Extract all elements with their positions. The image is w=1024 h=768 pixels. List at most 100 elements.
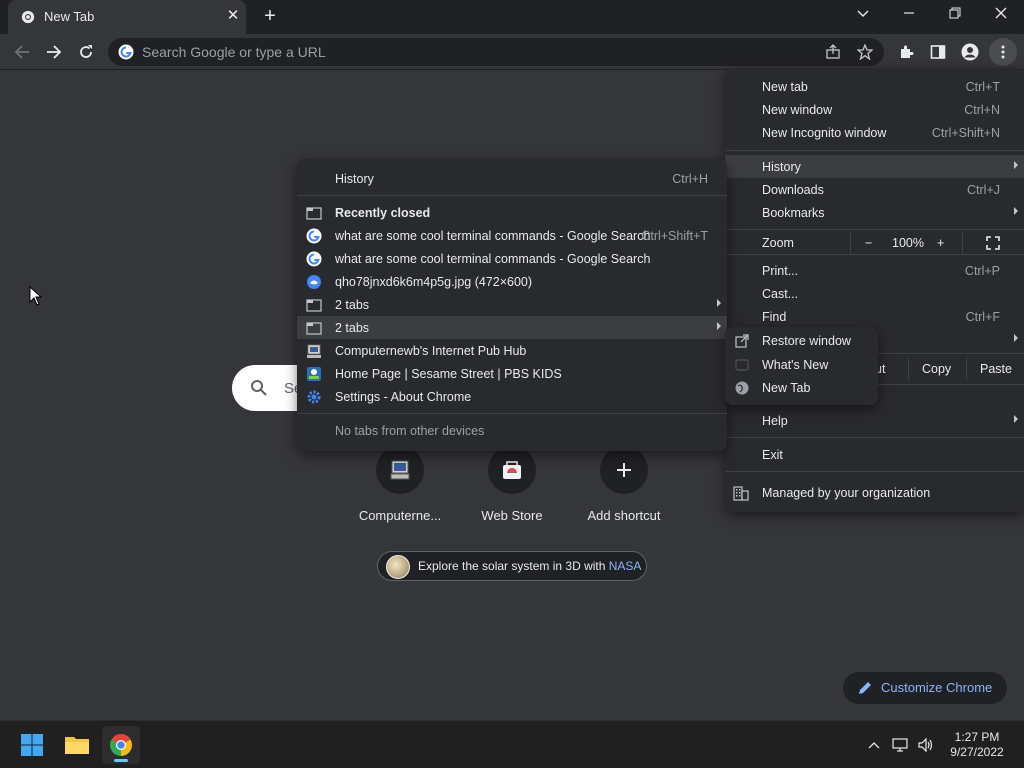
web-store-icon [488,446,536,494]
side-panel-icon[interactable] [927,41,949,63]
window-icon [306,322,322,335]
restore-window-item[interactable]: Restore window [725,329,878,352]
add-shortcut-button[interactable]: Add shortcut [568,446,680,536]
share-icon[interactable] [824,43,842,61]
image-file-icon [307,275,321,289]
restore-icon[interactable] [943,4,967,26]
menu-item-cast[interactable]: Cast... [725,282,1024,305]
tab-title: New Tab [44,9,95,24]
menu-item-managed[interactable]: Managed by your organization [725,481,1024,504]
chrome-menu-icon[interactable] [989,38,1017,66]
history-submenu: History Ctrl+H Recently closed what are … [297,159,727,451]
ntp-promo[interactable]: Explore the solar system in 3D with NASA [377,551,647,581]
zoom-level: 100% [892,236,924,250]
pencil-icon [859,682,871,694]
menu-separator [297,413,727,414]
paste-button[interactable]: Paste [980,362,1012,376]
minimize-icon[interactable] [897,4,921,26]
menu-separator [725,229,1024,230]
network-icon[interactable] [891,735,911,755]
menu-item-new-window[interactable]: New window Ctrl+N [725,98,1024,121]
history-item-history[interactable]: History Ctrl+H [297,167,727,190]
toolbar: Search Google or type a URL [0,34,1024,70]
forward-icon[interactable] [42,40,66,64]
menu-item-new-tab[interactable]: New tab Ctrl+T [725,75,1024,98]
edit-divider [908,357,909,380]
history-entry[interactable]: what are some cool terminal commands - G… [297,224,727,247]
extensions-icon[interactable] [895,41,917,63]
zoom-divider [962,231,963,254]
zoom-in-button[interactable]: + [937,236,944,250]
submenu-arrow-icon [1014,334,1018,342]
history-entry-2-tabs[interactable]: 2 tabs [297,316,727,339]
close-window-icon[interactable] [989,4,1013,26]
history-entry[interactable]: what are some cool terminal commands - G… [297,247,727,270]
history-entry[interactable]: Computernewb's Internet Pub Hub [297,339,727,362]
computer-icon [376,446,424,494]
start-button[interactable] [13,726,51,764]
chrome-taskbar-button[interactable] [102,726,140,764]
menu-item-history[interactable]: History [725,155,1024,178]
menu-item-exit[interactable]: Exit [725,443,1024,466]
customize-chrome-button[interactable]: Customize Chrome [843,672,1007,704]
menu-separator [725,471,1024,472]
file-explorer-button[interactable] [58,726,96,764]
menu-item-downloads[interactable]: Downloads Ctrl+J [725,178,1024,201]
zoom-out-button[interactable]: − [865,236,872,250]
omnibox[interactable]: Search Google or type a URL [108,38,884,66]
chrome-icon [110,734,132,756]
history-entry[interactable]: Settings - About Chrome [297,385,727,408]
taskbar-clock[interactable]: 1:27 PM 9/27/2022 [944,730,1010,760]
new-tab-button[interactable]: + [259,5,281,27]
shortcut-computernewb[interactable]: Computerne... [344,446,456,536]
submenu-arrow-icon [717,299,721,307]
promo-link[interactable]: NASA [609,559,642,573]
tab-close-icon[interactable]: ✕ [224,7,242,25]
history-entry-2-tabs[interactable]: 2 tabs [297,293,727,316]
taskbar: 1:27 PM 9/27/2022 [0,720,1024,768]
edit-divider [966,357,967,380]
submenu-arrow-icon [1014,415,1018,423]
tab-new-tab[interactable]: New Tab ✕ [8,0,246,34]
shortcut-label: Computerne... [358,508,442,523]
whats-new-icon [735,359,749,371]
profile-icon[interactable] [959,41,981,63]
copy-button[interactable]: Copy [922,362,951,376]
plus-icon [600,446,648,494]
menu-item-new-incognito[interactable]: New Incognito window Ctrl+Shift+N [725,121,1024,144]
tab-entry[interactable]: What's New [725,353,878,376]
menu-separator [297,195,727,196]
mouse-cursor-icon [29,286,43,306]
menu-item-print[interactable]: Print... Ctrl+P [725,259,1024,282]
google-g-icon [306,251,322,267]
menu-item-help[interactable]: Help [725,409,1024,432]
windows-logo-icon [21,734,43,756]
no-tabs-from-other-devices: No tabs from other devices [335,424,485,438]
google-g-icon [306,228,322,244]
menu-item-bookmarks[interactable]: Bookmarks [725,201,1024,224]
history-entry[interactable]: qho78jnxd6k6m4p5g.jpg (472×600) [297,270,727,293]
shortcut-label: Add shortcut [587,508,661,523]
bookmark-star-icon[interactable] [856,43,874,61]
promo-text: Explore the solar system in 3D with NASA [418,559,642,573]
shortcut-web-store[interactable]: Web Store [456,446,568,536]
chevron-up-icon[interactable] [864,735,884,755]
tab-entry[interactable]: New Tab [725,376,878,399]
back-icon[interactable] [10,40,34,64]
fullscreen-icon[interactable] [986,236,1000,250]
menu-separator [725,150,1024,151]
tab-search-icon[interactable] [851,4,875,26]
menu-separator [725,254,1024,255]
menu-item-find[interactable]: Find Ctrl+F [725,305,1024,328]
building-icon [733,486,749,501]
submenu-arrow-icon [717,322,721,330]
search-icon [251,380,267,396]
window-icon [306,207,322,220]
customize-label: Customize Chrome [881,680,993,695]
recently-closed-header: Recently closed [297,201,727,224]
volume-icon[interactable] [916,735,936,755]
reload-icon[interactable] [74,40,98,64]
history-entry[interactable]: Home Page | Sesame Street | PBS KIDS [297,362,727,385]
shortcut-label: Web Store [481,508,543,523]
clock-time: 1:27 PM [954,730,1000,744]
